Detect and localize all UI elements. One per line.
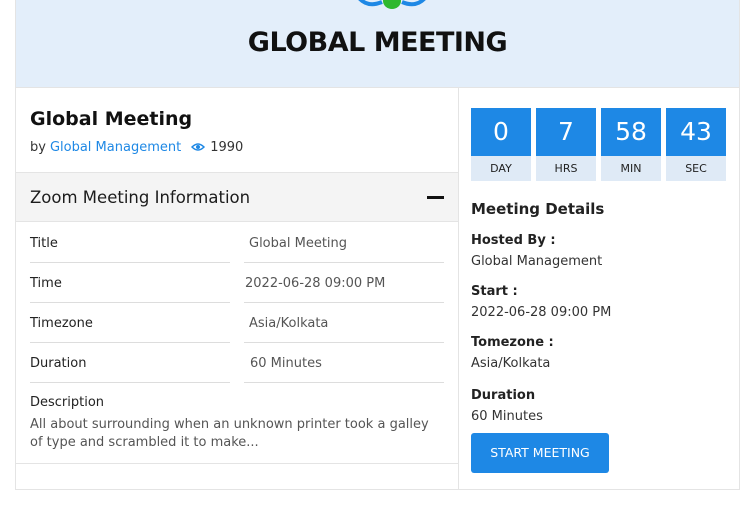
start-label: Start : [471, 284, 518, 299]
page-banner: GLOBAL MEETING [15, 0, 740, 88]
info-value-title: Global Meeting [249, 236, 348, 251]
countdown-hours-unit: HRS [554, 162, 578, 175]
divider [30, 382, 230, 383]
countdown-seconds-value: 43 [666, 108, 726, 156]
info-value-timezone: Asia/Kolkata [249, 316, 329, 331]
meeting-byline: by Global Management 1990 [30, 140, 243, 155]
info-value-time: 2022-06-28 09:00 PM [245, 276, 386, 291]
divider [244, 342, 444, 343]
banner-title: GLOBAL MEETING [247, 27, 508, 58]
divider [30, 342, 230, 343]
timezone-value: Asia/Kolkata [471, 356, 551, 371]
start-value: 2022-06-28 09:00 PM [471, 305, 612, 320]
start-meeting-button[interactable]: START MEETING [471, 433, 609, 473]
countdown-days-value: 0 [471, 108, 531, 156]
countdown-hours: 7 HRS [536, 108, 596, 181]
countdown-minutes-unit: MIN [620, 162, 642, 175]
countdown-hours-value: 7 [536, 108, 596, 156]
by-prefix: by [30, 140, 46, 155]
hosted-by-value: Global Management [471, 254, 603, 269]
zoom-info-heading: Zoom Meeting Information [30, 188, 251, 207]
host-link[interactable]: Global Management [50, 140, 181, 155]
eye-icon [191, 143, 206, 151]
info-label-time: Time [30, 276, 62, 291]
duration-value: 60 Minutes [471, 409, 543, 424]
meeting-card: Global Meeting by Global Management 1990 … [15, 88, 740, 490]
divider [244, 262, 444, 263]
countdown-days: 0 DAY [471, 108, 531, 181]
logo-icon [358, 0, 426, 9]
meeting-title: Global Meeting [30, 108, 193, 130]
info-value-duration: 60 Minutes [250, 356, 322, 371]
hosted-by-label: Hosted By : [471, 233, 556, 248]
meeting-details-heading: Meeting Details [471, 200, 605, 218]
view-count: 1990 [210, 140, 244, 155]
divider [244, 382, 444, 383]
timezone-label: Tomezone : [471, 335, 554, 350]
countdown-seconds-unit: SEC [685, 162, 707, 175]
countdown-minutes-value: 58 [601, 108, 661, 156]
zoom-info-header[interactable]: Zoom Meeting Information [16, 172, 458, 222]
divider [30, 262, 230, 263]
duration-label: Duration [471, 388, 536, 403]
meeting-details-panel: 0 DAY 7 HRS 58 MIN 43 SEC Meeting Detail… [459, 88, 740, 489]
description-text: All about surrounding when an unknown pr… [30, 417, 429, 450]
info-label-duration: Duration [30, 356, 87, 371]
info-label-title: Title [30, 236, 58, 251]
divider [244, 302, 444, 303]
description-label: Description [30, 395, 105, 410]
info-label-timezone: Timezone [30, 316, 93, 331]
countdown-minutes: 58 MIN [601, 108, 661, 181]
divider [30, 302, 230, 303]
meeting-info-panel: Global Meeting by Global Management 1990 … [16, 88, 459, 489]
minus-icon[interactable] [427, 196, 444, 199]
countdown-seconds: 43 SEC [666, 108, 726, 181]
countdown-days-unit: DAY [490, 162, 512, 175]
divider [16, 463, 458, 464]
